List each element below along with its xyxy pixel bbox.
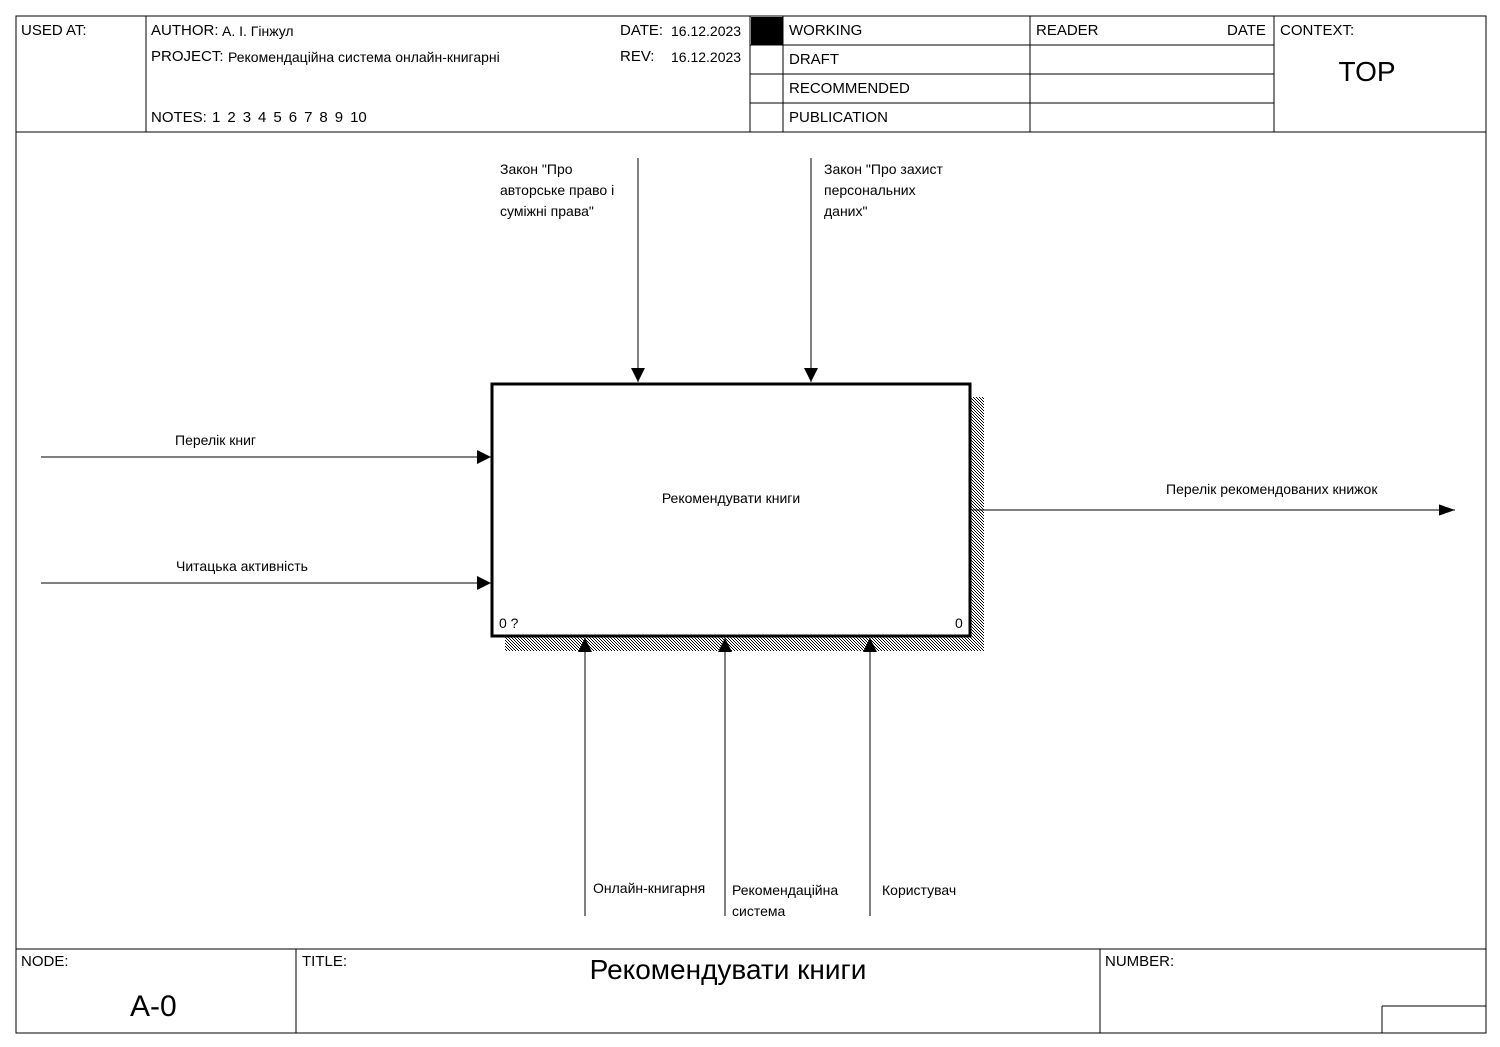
status-recommended[interactable]: RECOMMENDED <box>789 80 910 98</box>
date-value: 16.12.2023 <box>671 23 742 39</box>
author-value: А. І. Гінжул <box>222 23 294 39</box>
activity-cost-label: 0 ? <box>499 615 519 631</box>
input-label-2: Читацька активність <box>176 558 308 574</box>
status-working[interactable]: WORKING <box>789 22 862 40</box>
control-label-1: Закон "Про авторське право і суміжні пра… <box>500 161 615 219</box>
project-label: PROJECT: <box>151 48 224 65</box>
mechanism-label-2: Рекомендаційна система <box>732 882 839 919</box>
node-label: NODE: <box>21 953 69 970</box>
number-label: NUMBER: <box>1105 953 1175 970</box>
used-at-label: USED AT: <box>21 22 87 39</box>
notes-list: 1 2 3 4 5 6 7 8 9 10 <box>212 109 374 127</box>
reader-date-label: DATE <box>1227 22 1266 39</box>
mechanism-label-1: Онлайн-книгарня <box>593 880 706 896</box>
project-value: Рекомендаційна система онлайн-книгарні <box>228 49 500 65</box>
status-draft[interactable]: DRAFT <box>789 51 839 69</box>
control-label-2: Закон "Про захист персональних даних" <box>824 161 943 219</box>
date-label: DATE: <box>620 22 664 39</box>
note-number[interactable]: 3 <box>243 109 251 126</box>
activity-box[interactable] <box>490 382 972 638</box>
note-number[interactable]: 8 <box>319 109 327 126</box>
note-number[interactable]: 2 <box>227 109 235 126</box>
input-label-1: Перелік книг <box>175 432 257 448</box>
note-number[interactable]: 4 <box>258 109 266 126</box>
node-value: A-0 <box>130 990 177 1023</box>
rev-label: REV: <box>620 48 655 65</box>
mechanism-label-3: Користувач <box>882 882 957 898</box>
context-value: TOP <box>1338 56 1396 87</box>
notes-label: NOTES: <box>151 109 207 126</box>
note-number[interactable]: 5 <box>273 109 281 126</box>
output-label-1: Перелік рекомендованих книжок <box>1166 481 1378 497</box>
author-label: AUTHOR: <box>151 22 219 39</box>
diagram-title: Рекомендувати книги <box>589 954 867 985</box>
note-number[interactable]: 6 <box>289 109 297 126</box>
activity-shadow-bottom <box>505 637 984 651</box>
activity-shadow-right <box>970 397 984 651</box>
note-number[interactable]: 9 <box>335 109 343 126</box>
status-selected-marker <box>751 17 783 45</box>
reader-label: READER <box>1036 22 1099 39</box>
note-number[interactable]: 7 <box>304 109 312 126</box>
note-number[interactable]: 1 <box>212 109 220 126</box>
activity-number: 0 <box>955 615 963 631</box>
status-publication[interactable]: PUBLICATION <box>789 109 888 127</box>
rev-value: 16.12.2023 <box>671 49 742 65</box>
note-number[interactable]: 10 <box>350 109 367 126</box>
context-label: CONTEXT: <box>1280 22 1355 39</box>
activity-name: Рекомендувати книги <box>661 490 801 506</box>
